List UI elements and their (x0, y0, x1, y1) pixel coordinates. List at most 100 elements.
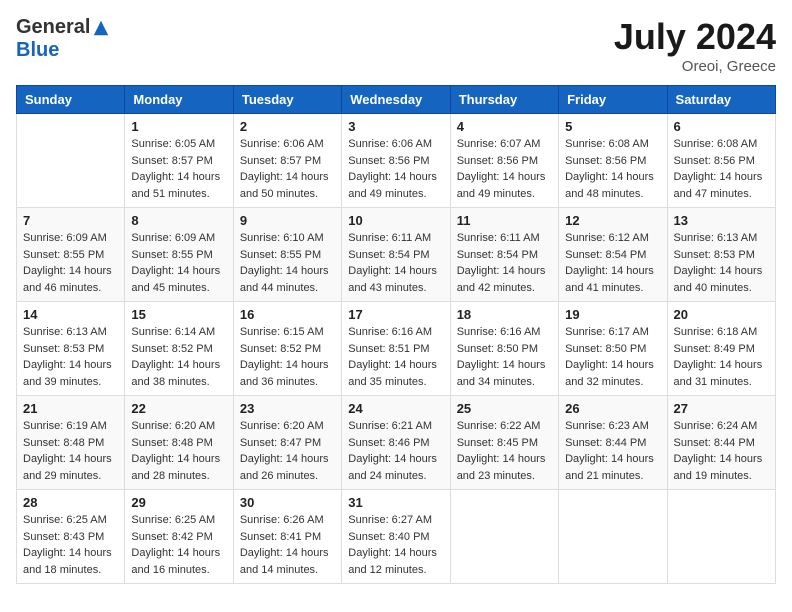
calendar-cell: 19 Sunrise: 6:17 AM Sunset: 8:50 PM Dayli… (559, 302, 667, 396)
day-info: Sunrise: 6:05 AM Sunset: 8:57 PM Dayligh… (131, 136, 226, 202)
day-info: Sunrise: 6:13 AM Sunset: 8:53 PM Dayligh… (674, 230, 769, 296)
day-info: Sunrise: 6:18 AM Sunset: 8:49 PM Dayligh… (674, 324, 769, 390)
day-number: 3 (348, 119, 443, 134)
day-info: Sunrise: 6:08 AM Sunset: 8:56 PM Dayligh… (674, 136, 769, 202)
calendar-cell: 29Sunrise: 6:25 AM Sunset: 8:42 PM Dayli… (125, 490, 233, 584)
calendar-cell: 2Sunrise: 6:06 AM Sunset: 8:57 PM Daylig… (233, 114, 341, 208)
day-number: 28 (23, 495, 118, 510)
day-number: 24 (348, 401, 443, 416)
day-info: Sunrise: 6:25 AM Sunset: 8:43 PM Dayligh… (23, 512, 118, 578)
day-number: 13 (674, 213, 769, 228)
logo-blue-text: Blue (16, 39, 59, 62)
day-number: 18 (457, 307, 552, 322)
calendar-cell: 24 Sunrise: 6:21 AM Sunset: 8:46 PM Dayli… (342, 396, 450, 490)
calendar-cell: 20 Sunrise: 6:18 AM Sunset: 8:49 PM Dayli… (667, 302, 775, 396)
calendar-cell: 1 Sunrise: 6:05 AM Sunset: 8:57 PM Daylig… (125, 114, 233, 208)
calendar-cell: 3 Sunrise: 6:06 AM Sunset: 8:56 PM Daylig… (342, 114, 450, 208)
calendar-weekday-wednesday: Wednesday (342, 86, 450, 114)
calendar-cell: 10 Sunrise: 6:11 AM Sunset: 8:54 PM Dayli… (342, 208, 450, 302)
location: Oreoi, Greece (614, 58, 776, 75)
calendar-cell: 26 Sunrise: 6:23 AM Sunset: 8:44 PM Dayli… (559, 396, 667, 490)
calendar-cell: 11 Sunrise: 6:11 AM Sunset: 8:54 PM Dayli… (450, 208, 558, 302)
calendar-cell: 4Sunrise: 6:07 AM Sunset: 8:56 PM Daylig… (450, 114, 558, 208)
calendar-weekday-monday: Monday (125, 86, 233, 114)
day-number: 12 (565, 213, 660, 228)
calendar-cell: 18 Sunrise: 6:16 AM Sunset: 8:50 PM Dayli… (450, 302, 558, 396)
day-number: 8 (131, 213, 226, 228)
calendar-header-row: SundayMondayTuesdayWednesdayThursdayFrid… (17, 86, 776, 114)
day-number: 25 (457, 401, 552, 416)
day-info: Sunrise: 6:09 AM Sunset: 8:55 PM Dayligh… (131, 230, 226, 296)
day-info: Sunrise: 6:07 AM Sunset: 8:56 PM Dayligh… (457, 136, 552, 202)
day-info: Sunrise: 6:13 AM Sunset: 8:53 PM Dayligh… (23, 324, 118, 390)
day-number: 15 (131, 307, 226, 322)
day-number: 1 (131, 119, 226, 134)
day-number: 6 (674, 119, 769, 134)
day-number: 9 (240, 213, 335, 228)
calendar-cell: 25 Sunrise: 6:22 AM Sunset: 8:45 PM Dayli… (450, 396, 558, 490)
day-info: Sunrise: 6:12 AM Sunset: 8:54 PM Dayligh… (565, 230, 660, 296)
calendar-weekday-tuesday: Tuesday (233, 86, 341, 114)
day-number: 5 (565, 119, 660, 134)
calendar-cell: 6 Sunrise: 6:08 AM Sunset: 8:56 PM Daylig… (667, 114, 775, 208)
day-info: Sunrise: 6:17 AM Sunset: 8:50 PM Dayligh… (565, 324, 660, 390)
day-info: Sunrise: 6:10 AM Sunset: 8:55 PM Dayligh… (240, 230, 335, 296)
day-number: 7 (23, 213, 118, 228)
day-number: 31 (348, 495, 443, 510)
day-info: Sunrise: 6:27 AM Sunset: 8:40 PM Dayligh… (348, 512, 443, 578)
calendar-weekday-saturday: Saturday (667, 86, 775, 114)
calendar-cell: 7 Sunrise: 6:09 AM Sunset: 8:55 PM Daylig… (17, 208, 125, 302)
calendar-cell: 16Sunrise: 6:15 AM Sunset: 8:52 PM Dayli… (233, 302, 341, 396)
day-number: 19 (565, 307, 660, 322)
logo-general-text: General (16, 16, 90, 39)
calendar-cell: 22 Sunrise: 6:20 AM Sunset: 8:48 PM Dayli… (125, 396, 233, 490)
day-info: Sunrise: 6:16 AM Sunset: 8:51 PM Dayligh… (348, 324, 443, 390)
day-info: Sunrise: 6:14 AM Sunset: 8:52 PM Dayligh… (131, 324, 226, 390)
day-info: Sunrise: 6:25 AM Sunset: 8:42 PM Dayligh… (131, 512, 226, 578)
day-info: Sunrise: 6:23 AM Sunset: 8:44 PM Dayligh… (565, 418, 660, 484)
day-info: Sunrise: 6:24 AM Sunset: 8:44 PM Dayligh… (674, 418, 769, 484)
calendar-cell: 8 Sunrise: 6:09 AM Sunset: 8:55 PM Daylig… (125, 208, 233, 302)
calendar-weekday-thursday: Thursday (450, 86, 558, 114)
calendar-cell: 13 Sunrise: 6:13 AM Sunset: 8:53 PM Dayli… (667, 208, 775, 302)
day-number: 17 (348, 307, 443, 322)
calendar-cell: 23Sunrise: 6:20 AM Sunset: 8:47 PM Dayli… (233, 396, 341, 490)
day-number: 26 (565, 401, 660, 416)
calendar-cell: 15 Sunrise: 6:14 AM Sunset: 8:52 PM Dayli… (125, 302, 233, 396)
calendar-cell (17, 114, 125, 208)
day-info: Sunrise: 6:26 AM Sunset: 8:41 PM Dayligh… (240, 512, 335, 578)
day-info: Sunrise: 6:06 AM Sunset: 8:57 PM Dayligh… (240, 136, 335, 202)
calendar-cell (667, 490, 775, 584)
day-number: 20 (674, 307, 769, 322)
day-info: Sunrise: 6:21 AM Sunset: 8:46 PM Dayligh… (348, 418, 443, 484)
month-year: July 2024 (614, 16, 776, 58)
day-number: 16 (240, 307, 335, 322)
day-info: Sunrise: 6:08 AM Sunset: 8:56 PM Dayligh… (565, 136, 660, 202)
calendar-weekday-friday: Friday (559, 86, 667, 114)
day-number: 21 (23, 401, 118, 416)
calendar-cell: 28 Sunrise: 6:25 AM Sunset: 8:43 PM Dayli… (17, 490, 125, 584)
day-number: 22 (131, 401, 226, 416)
day-info: Sunrise: 6:11 AM Sunset: 8:54 PM Dayligh… (348, 230, 443, 296)
calendar-cell: 30 Sunrise: 6:26 AM Sunset: 8:41 PM Dayli… (233, 490, 341, 584)
day-number: 23 (240, 401, 335, 416)
calendar-cell: 12 Sunrise: 6:12 AM Sunset: 8:54 PM Dayli… (559, 208, 667, 302)
day-number: 11 (457, 213, 552, 228)
calendar-week-row: 1 Sunrise: 6:05 AM Sunset: 8:57 PM Daylig… (17, 114, 776, 208)
day-number: 30 (240, 495, 335, 510)
page-header: General Blue July 2024 Oreoi, Greece (16, 16, 776, 75)
calendar-cell (450, 490, 558, 584)
calendar-week-row: 28 Sunrise: 6:25 AM Sunset: 8:43 PM Dayli… (17, 490, 776, 584)
day-info: Sunrise: 6:19 AM Sunset: 8:48 PM Dayligh… (23, 418, 118, 484)
day-info: Sunrise: 6:09 AM Sunset: 8:55 PM Dayligh… (23, 230, 118, 296)
day-number: 14 (23, 307, 118, 322)
calendar-cell: 31 Sunrise: 6:27 AM Sunset: 8:40 PM Dayli… (342, 490, 450, 584)
day-number: 27 (674, 401, 769, 416)
day-info: Sunrise: 6:06 AM Sunset: 8:56 PM Dayligh… (348, 136, 443, 202)
day-info: Sunrise: 6:16 AM Sunset: 8:50 PM Dayligh… (457, 324, 552, 390)
day-info: Sunrise: 6:11 AM Sunset: 8:54 PM Dayligh… (457, 230, 552, 296)
day-info: Sunrise: 6:20 AM Sunset: 8:48 PM Dayligh… (131, 418, 226, 484)
day-number: 10 (348, 213, 443, 228)
day-info: Sunrise: 6:22 AM Sunset: 8:45 PM Dayligh… (457, 418, 552, 484)
calendar-weekday-sunday: Sunday (17, 86, 125, 114)
